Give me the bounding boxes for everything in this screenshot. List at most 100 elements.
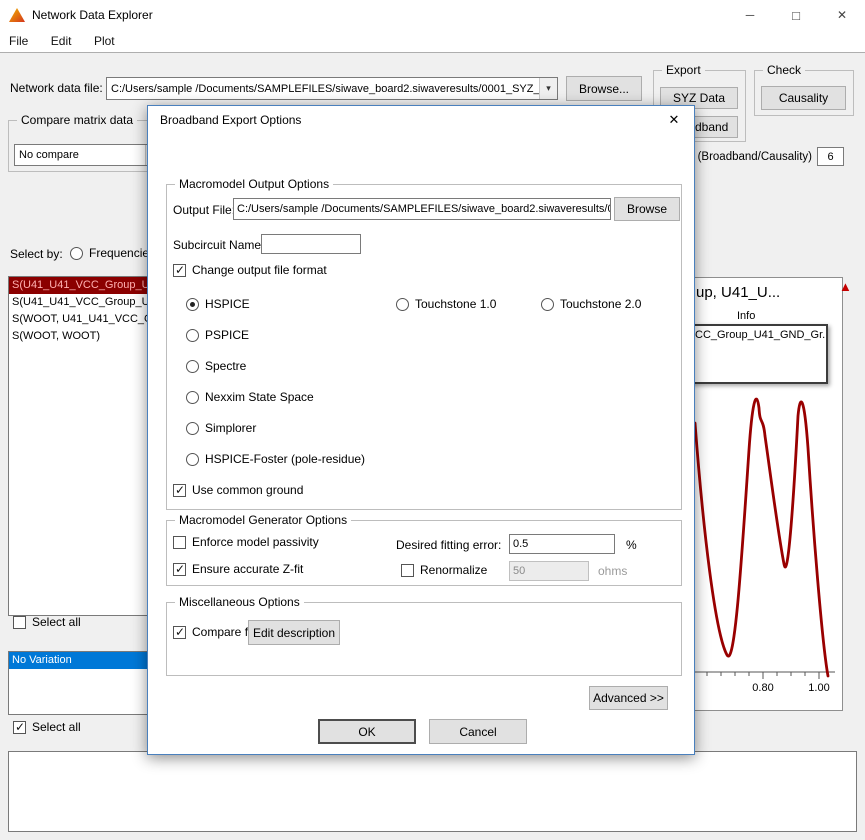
network-data-file-combo[interactable]: C:/Users/sample /Documents/SAMPLEFILES/s… — [106, 77, 558, 100]
menu-edit[interactable]: Edit — [42, 30, 81, 52]
frequencies-radio-label: Frequencies — [89, 246, 155, 260]
format-label: Spectre — [205, 359, 246, 373]
renormalize-label: Renormalize — [420, 563, 487, 577]
format-label: Touchstone 2.0 — [560, 297, 641, 311]
renormalize-checkbox[interactable]: Renormalize — [401, 563, 487, 577]
dialog-close-icon[interactable]: ✕ — [654, 106, 694, 134]
check-group-label: Check — [763, 63, 805, 77]
radio-icon — [186, 391, 199, 404]
titlebar: Network Data Explorer ─ □ ✕ — [0, 0, 865, 30]
format-radio-nexxim[interactable]: Nexxim State Space — [186, 390, 314, 404]
generator-options-group-label: Macromodel Generator Options — [175, 513, 351, 527]
variation-list-item[interactable]: No Variation — [9, 652, 147, 669]
format-radio-touchstone1[interactable]: Touchstone 1.0 — [396, 297, 496, 311]
compare-combo[interactable]: No compare ▾ — [14, 144, 164, 166]
enforce-passivity-label: Enforce model passivity — [192, 535, 319, 549]
select-all-variations-label: Select all — [32, 720, 81, 734]
radio-icon — [186, 298, 199, 311]
checkbox-icon — [173, 536, 186, 549]
format-radio-hspice[interactable]: HSPICE — [186, 297, 250, 311]
network-data-file-label: Network data file: — [10, 81, 103, 95]
subcircuit-name-label: Subcircuit Name: — [173, 238, 264, 252]
cancel-button[interactable]: Cancel — [429, 719, 527, 744]
app-window: Network Data Explorer ─ □ ✕ File Edit Pl… — [0, 0, 865, 840]
use-common-ground-label: Use common ground — [192, 483, 303, 497]
curve-list-item[interactable]: S(U41_U41_VCC_Group_U — [9, 277, 147, 294]
precision-field[interactable]: 6 — [817, 147, 844, 166]
select-all-curves-checkbox[interactable]: Select all — [13, 615, 81, 629]
curve-list-item[interactable]: S(WOOT, U41_U41_VCC_G — [9, 311, 147, 328]
percent-label: % — [626, 538, 637, 552]
chevron-down-icon[interactable]: ▾ — [539, 78, 557, 99]
radio-icon — [70, 247, 83, 260]
format-radio-hspice-foster[interactable]: HSPICE-Foster (pole-residue) — [186, 452, 365, 466]
output-browse-button[interactable]: Browse — [614, 197, 680, 221]
output-options-group-label: Macromodel Output Options — [175, 177, 333, 191]
output-file-field[interactable]: C:/Users/sample /Documents/SAMPLEFILES/s… — [233, 198, 611, 220]
ansys-logo-icon — [8, 6, 26, 29]
radio-icon — [396, 298, 409, 311]
frequencies-radio[interactable]: Frequencies — [70, 246, 155, 260]
edit-description-button[interactable]: Edit description — [248, 620, 340, 645]
causality-button[interactable]: Causality — [761, 86, 846, 110]
dialog-title: Broadband Export Options — [160, 106, 301, 134]
ok-button[interactable]: OK — [318, 719, 416, 744]
radio-icon — [186, 360, 199, 373]
radio-icon — [186, 422, 199, 435]
dialog-titlebar[interactable]: Broadband Export Options ✕ — [148, 106, 694, 134]
browse-button[interactable]: Browse... — [566, 76, 642, 101]
select-all-curves-label: Select all — [32, 615, 81, 629]
menu-file[interactable]: File — [0, 30, 37, 52]
change-format-label: Change output file format — [192, 263, 327, 277]
format-label: HSPICE — [205, 297, 250, 311]
output-file-label: Output File: — [173, 203, 235, 217]
compare-fit-checkbox[interactable]: Compare fit — [173, 625, 254, 639]
compare-fit-label: Compare fit — [192, 625, 254, 639]
format-radio-touchstone2[interactable]: Touchstone 2.0 — [541, 297, 641, 311]
menu-plot[interactable]: Plot — [85, 30, 124, 52]
x-tick-label: 1.00 — [803, 682, 835, 694]
checkbox-icon — [13, 616, 26, 629]
fitting-error-field[interactable]: 0.5 — [509, 534, 615, 554]
select-all-variations-checkbox[interactable]: Select all — [13, 720, 81, 734]
advanced-button[interactable]: Advanced >> — [589, 686, 668, 710]
radio-icon — [541, 298, 554, 311]
misc-options-group: Miscellaneous Options — [166, 602, 682, 676]
ohms-label: ohms — [598, 564, 627, 578]
radio-icon — [186, 329, 199, 342]
compare-group-label: Compare matrix data — [17, 113, 137, 127]
curve-list-item[interactable]: S(WOOT, WOOT) — [9, 328, 147, 345]
subcircuit-name-field[interactable] — [261, 234, 361, 254]
checkbox-icon — [13, 721, 26, 734]
zfit-checkbox[interactable]: Ensure accurate Z-fit — [173, 562, 303, 576]
format-radio-pspice[interactable]: PSPICE — [186, 328, 249, 342]
renormalize-field: 50 — [509, 561, 589, 581]
broadband-export-dialog: Broadband Export Options ✕ Macromodel Ou… — [147, 105, 695, 755]
maximize-icon[interactable]: □ — [773, 0, 819, 30]
close-icon[interactable]: ✕ — [819, 0, 865, 30]
fitting-error-label: Desired fitting error: — [396, 538, 501, 552]
format-label: Nexxim State Space — [205, 390, 314, 404]
format-label: PSPICE — [205, 328, 249, 342]
enforce-passivity-checkbox[interactable]: Enforce model passivity — [173, 535, 319, 549]
format-radio-simplorer[interactable]: Simplorer — [186, 421, 256, 435]
select-by-label: Select by: — [10, 247, 63, 261]
format-label: Simplorer — [205, 421, 256, 435]
menubar: File Edit Plot — [0, 30, 865, 53]
use-common-ground-checkbox[interactable]: Use common ground — [173, 483, 303, 497]
checkbox-icon — [401, 564, 414, 577]
curve-listbox[interactable]: S(U41_U41_VCC_Group_U S(U41_U41_VCC_Grou… — [8, 276, 148, 616]
radio-icon — [186, 453, 199, 466]
curve-list-item[interactable]: S(U41_U41_VCC_Group_U — [9, 294, 147, 311]
x-tick-label: 0.80 — [747, 682, 779, 694]
format-label: HSPICE-Foster (pole-residue) — [205, 452, 365, 466]
format-label: Touchstone 1.0 — [415, 297, 496, 311]
zfit-label: Ensure accurate Z-fit — [192, 562, 303, 576]
change-format-checkbox[interactable]: Change output file format — [173, 263, 327, 277]
minimize-icon[interactable]: ─ — [727, 0, 773, 30]
warning-icon: ▲ — [839, 280, 852, 293]
format-radio-spectre[interactable]: Spectre — [186, 359, 246, 373]
window-title: Network Data Explorer — [32, 0, 153, 30]
variation-listbox[interactable]: No Variation — [8, 651, 148, 715]
checkbox-icon — [173, 484, 186, 497]
